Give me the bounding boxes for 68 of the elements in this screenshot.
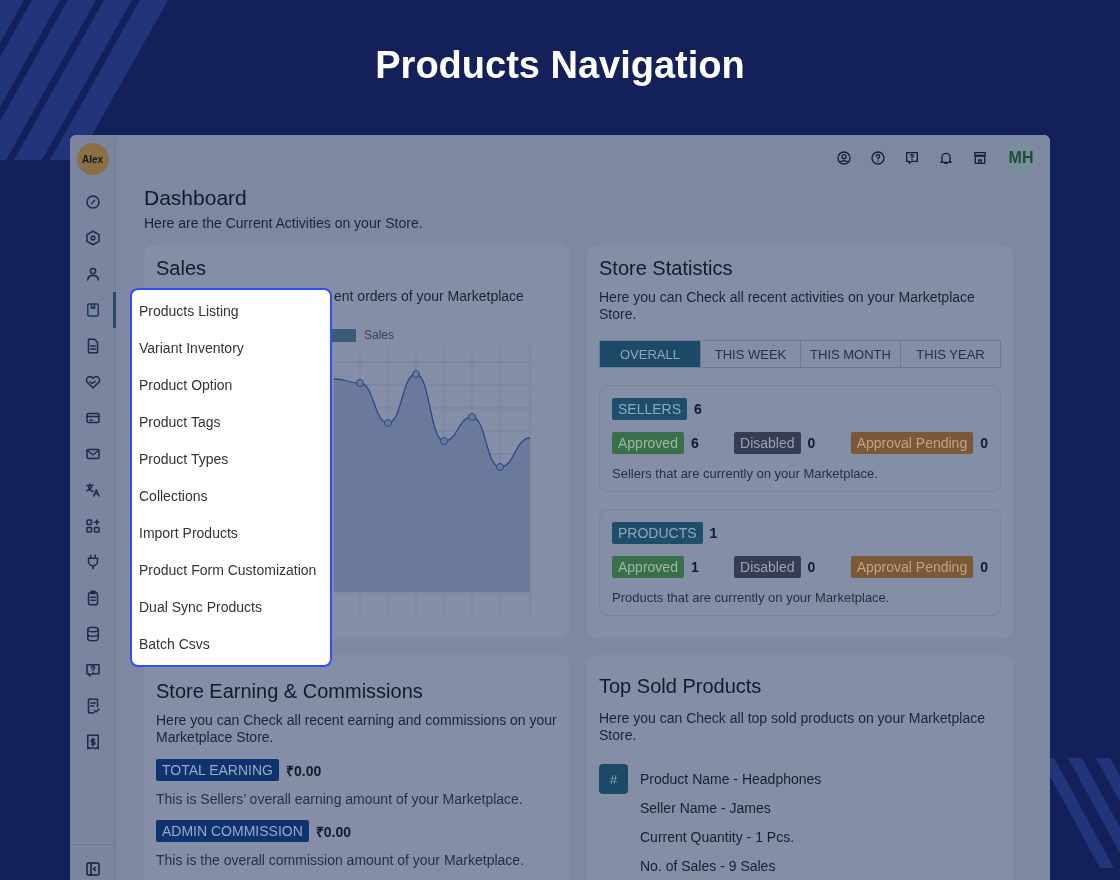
menu-item[interactable]: Products Listing <box>132 292 330 329</box>
card-subtitle: Here you can Check all recent earning and commissions on your Marketplace Store. <box>156 712 558 746</box>
count: 6 <box>694 401 702 417</box>
amount: ₹0.00 <box>315 822 352 841</box>
page-heading: Dashboard <box>144 186 248 210</box>
menu-item[interactable]: Variant Inventory <box>132 329 330 366</box>
card-title: Store Statistics <box>599 257 734 280</box>
account-icon <box>836 149 852 166</box>
card-title: Top Sold Products <box>599 675 763 698</box>
card-title: Sales <box>156 257 208 280</box>
product-detail: No. of Sales - 9 Sales <box>640 858 777 875</box>
count: 1 <box>709 525 718 541</box>
count: 0 <box>807 559 816 575</box>
card-subtitle: ent orders of your Marketplace <box>334 288 525 304</box>
menu-item[interactable]: Collections <box>132 477 330 514</box>
status-badge: Disabled <box>734 556 801 578</box>
product-detail: Seller Name - James <box>640 800 772 817</box>
count: 0 <box>980 435 988 451</box>
help-chat-icon <box>904 149 920 166</box>
category-badge: PRODUCTS <box>612 522 703 544</box>
period-tab[interactable]: THIS YEAR <box>900 341 1000 367</box>
heart-hand-icon <box>83 373 102 391</box>
status-badge: Approved <box>612 432 684 454</box>
store-icon <box>972 149 988 166</box>
earning-badge: TOTAL EARNING <box>156 759 279 781</box>
category-badge: SELLERS <box>612 398 688 420</box>
panel-note: Products that are currently on your Marketplace. <box>612 590 891 605</box>
legend-swatch <box>330 328 356 342</box>
gauge-icon <box>83 193 102 211</box>
product-detail: Product Name - Headphones <box>640 771 822 788</box>
rank-badge: # <box>599 764 628 794</box>
menu-item[interactable]: Product Form Customization <box>132 551 330 588</box>
page-title: Products Navigation <box>374 42 746 88</box>
hexagon-icon <box>83 229 102 247</box>
collapse-icon <box>84 861 101 877</box>
panel-note: Sellers that are currently on your Marketplace. <box>612 466 879 481</box>
period-tab[interactable]: THIS MONTH <box>800 341 900 367</box>
menu-item[interactable]: Batch Csvs <box>132 625 330 662</box>
menu-item[interactable]: Import Products <box>132 514 330 551</box>
card-subtitle: Here you can Check all top sold products on your Marketplace Store. <box>599 710 986 744</box>
user-avatar[interactable]: Alex <box>76 143 109 175</box>
status-badge: Approved <box>612 556 684 578</box>
count: 0 <box>980 559 988 575</box>
status-badge: Approval Pending <box>850 432 974 454</box>
translate-icon <box>83 481 102 499</box>
product-detail: Current Quantity - 1 Pcs. <box>640 829 796 846</box>
count: 6 <box>690 435 699 451</box>
menu-item[interactable]: Dual Sync Products <box>132 588 330 625</box>
count: 1 <box>690 559 699 575</box>
card-title: Store Earning & Commissions <box>156 680 424 703</box>
page-subtitle: Here are the Current Activities on your Store. <box>144 215 424 231</box>
amount: ₹0.00 <box>286 761 322 780</box>
legend-label: Sales <box>364 328 395 342</box>
status-badge: Approval Pending <box>850 556 974 578</box>
count: 0 <box>807 435 816 451</box>
card-subtitle: Here you can Check all recent activities on your Marketplace Store. <box>599 289 976 323</box>
earning-note: This is Sellers’ overall earning amount of your Marketplace. <box>156 791 524 807</box>
period-tab[interactable]: THIS WEEK <box>700 341 800 367</box>
help-chat-icon <box>83 661 102 679</box>
help-icon <box>870 149 886 166</box>
apps-icon <box>83 517 102 535</box>
period-tab[interactable]: OVERALL <box>600 341 700 367</box>
menu-item[interactable]: Product Tags <box>132 403 330 440</box>
earning-badge: ADMIN COMMISSION <box>156 820 309 842</box>
earning-note: This is the overall commission amount of your Marketplace. <box>156 852 526 868</box>
menu-item[interactable]: Product Option <box>132 366 330 403</box>
menu-item[interactable]: Product Types <box>132 440 330 477</box>
status-badge: Disabled <box>734 432 801 454</box>
